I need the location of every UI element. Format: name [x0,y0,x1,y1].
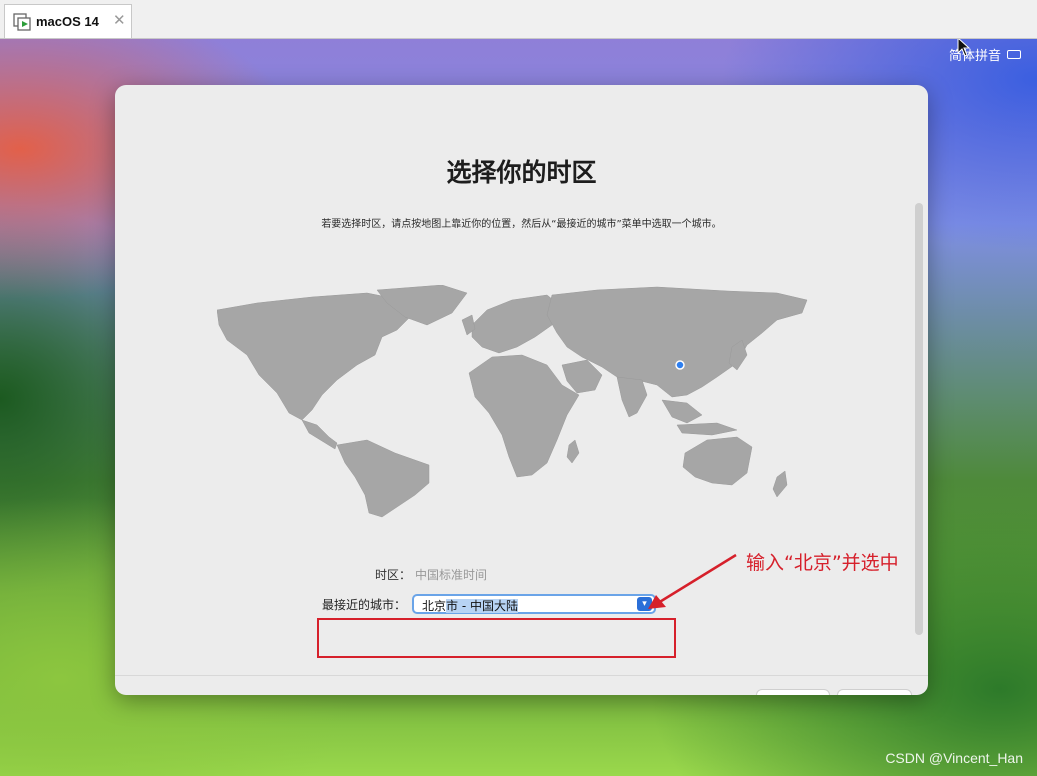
mouse-cursor-icon [957,39,971,57]
window-scrollbar[interactable] [915,203,923,635]
footer-divider [115,675,928,676]
vm-tab-bar: macOS 14 ✕ [0,0,1037,39]
timezone-location-marker [675,360,685,370]
annotation-highlight-box [317,618,676,658]
tab-close-icon[interactable]: ✕ [113,11,126,29]
continue-button[interactable]: 继续 [837,689,912,695]
nearest-city-value: 北京市 - 中国大陆 [422,597,518,614]
timezone-setup-window: 选择你的时区 若要选择时区，请点按地图上靠近你的位置，然后从“最接近的城市”菜单… [115,85,928,695]
timezone-value: 中国标准时间 [415,568,488,582]
back-button[interactable]: 返回 [756,689,830,695]
nearest-city-label: 最接近的城市： [322,597,407,612]
city-value-autocomplete: 市 - 中国大陆 [446,599,518,613]
city-value-typed: 北京 [422,599,447,613]
timezone-label: 时区： [375,568,412,582]
keyboard-icon [1007,50,1021,59]
nearest-city-row: 最接近的城市： 北京市 - 中国大陆 ▾ [322,594,657,614]
vm-play-icon [13,13,31,31]
annotation-arrow-icon [648,553,737,609]
tab-title: macOS 14 [36,14,99,29]
watermark: CSDN @Vincent_Han [885,750,1023,766]
tab-macos[interactable]: macOS 14 ✕ [4,4,132,38]
annotation-text: 输入“北京”并选中 [746,552,899,574]
world-map[interactable] [217,285,817,525]
nearest-city-select[interactable]: 北京市 - 中国大陆 ▾ [412,594,657,614]
page-subtitle: 若要选择时区，请点按地图上靠近你的位置，然后从“最接近的城市”菜单中选取一个城市… [321,219,722,230]
timezone-row: 时区： 中国标准时间 [375,566,487,583]
page-title: 选择你的时区 [446,158,597,187]
